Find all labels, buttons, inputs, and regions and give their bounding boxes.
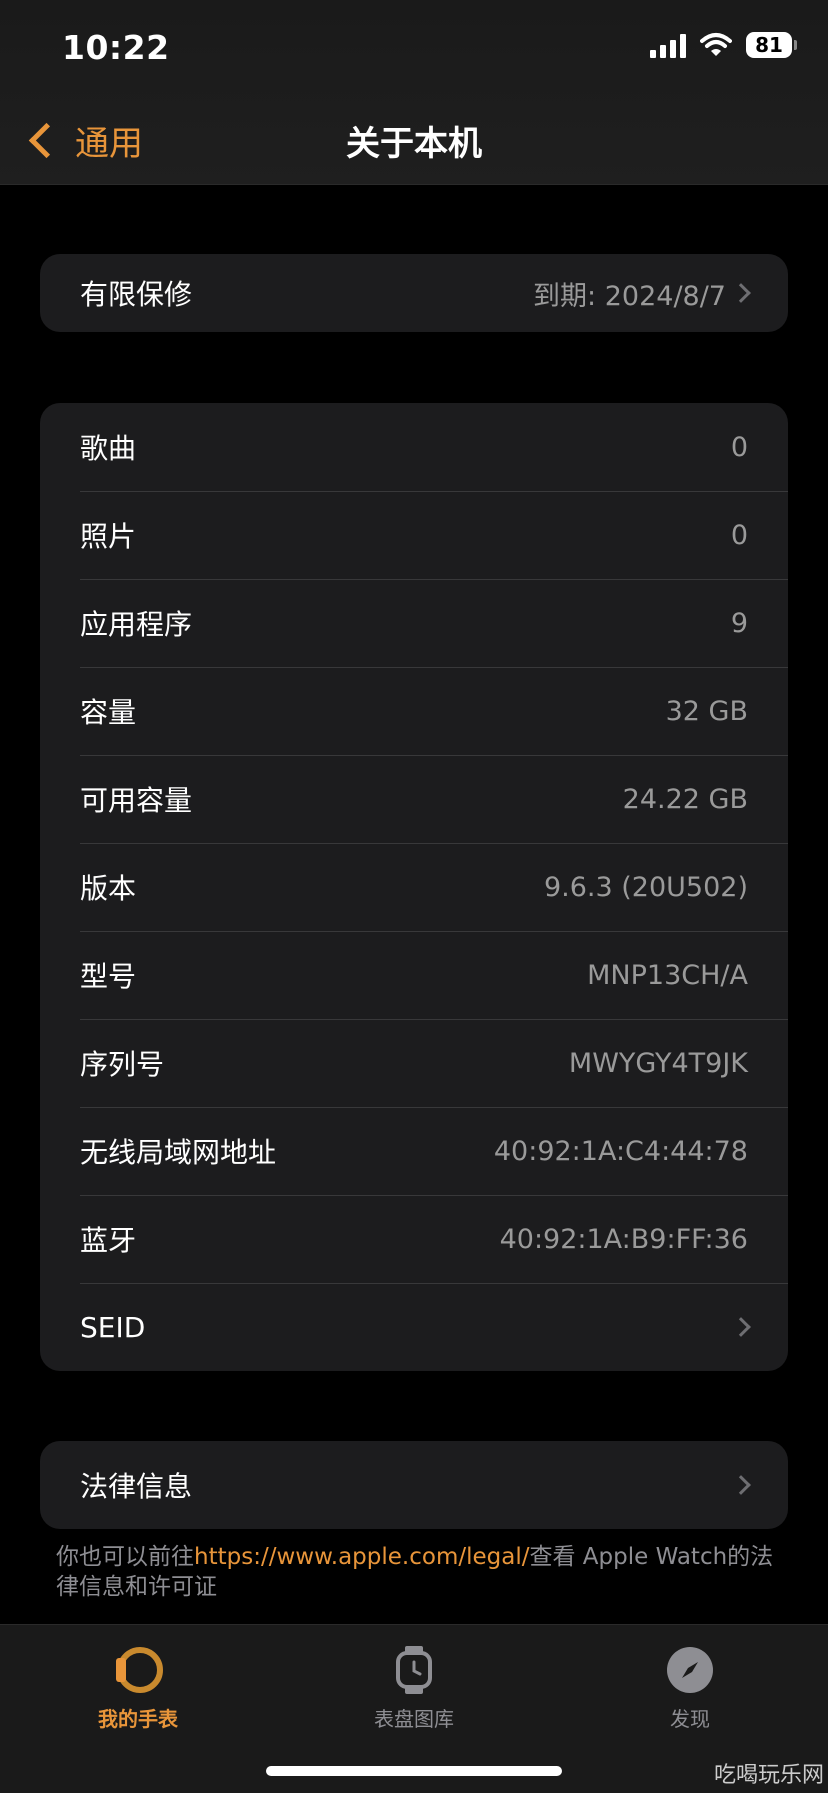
cellular-signal-icon [650,32,686,58]
info-label: 版本 [80,872,137,905]
footnote-prefix: 你也可以前往 [56,1544,194,1570]
legal-link[interactable]: https://www.apple.com/legal/ [194,1544,529,1570]
device-info-group: 歌曲 0 照片 0 应用程序 9 容量 32 GB 可用容量 24.22 GB … [40,403,788,1371]
info-label: 可用容量 [80,784,193,817]
tab-label: 我的手表 [98,1707,178,1731]
legal-value [726,1475,751,1495]
info-row-available: 可用容量 24.22 GB [40,755,788,843]
warranty-label: 有限保修 [80,278,193,311]
info-value: 9 [730,607,748,639]
info-row-apps: 应用程序 9 [40,579,788,667]
info-row-model: 型号 MNP13CH/A [40,931,788,1019]
tab-label: 发现 [670,1707,710,1731]
info-label: 序列号 [80,1048,165,1081]
legal-label: 法律信息 [80,1470,193,1503]
tab-discover[interactable]: 发现 [590,1625,790,1732]
info-label: 无线局域网地址 [80,1136,277,1169]
tab-my-watch[interactable]: 我的手表 [38,1625,238,1732]
info-row-serial: 序列号 MWYGY4T9JK [40,1019,788,1107]
wifi-icon [700,33,732,56]
legal-group: 法律信息 [40,1441,788,1529]
info-value: 40:92:1A:B9:FF:36 [499,1223,748,1255]
info-value: 32 GB [665,695,748,727]
status-time: 10:22 [62,28,170,67]
warranty-expiry: 到期: 2024/8/7 [533,280,726,312]
info-value: 24.22 GB [622,783,748,815]
info-label: 歌曲 [80,432,137,465]
navigation-header: 10:22 81 通用 关于本机 [0,0,828,185]
chevron-right-icon [731,1317,751,1337]
info-value: 9.6.3 (20U502) [543,871,748,903]
legal-row[interactable]: 法律信息 [40,1441,788,1529]
info-row-version: 版本 9.6.3 (20U502) [40,843,788,931]
warranty-row[interactable]: 有限保修 到期: 2024/8/7 [40,254,788,332]
info-row-wifi-address: 无线局域网地址 40:92:1A:C4:44:78 [40,1107,788,1195]
info-label: 应用程序 [80,608,193,641]
info-label: 型号 [80,960,137,993]
info-value: MNP13CH/A [587,959,748,991]
home-indicator[interactable] [266,1766,562,1776]
page-title: 关于本机 [346,124,482,164]
tab-label: 表盘图库 [374,1707,454,1731]
chevron-right-icon [731,283,751,303]
info-row-seid[interactable]: SEID [40,1283,788,1371]
info-row-songs: 歌曲 0 [40,403,788,491]
info-value: 0 [730,431,748,463]
watch-icon [314,1643,514,1697]
tab-face-gallery[interactable]: 表盘图库 [314,1625,514,1732]
info-value: MWYGY4T9JK [568,1047,748,1079]
info-value: 0 [730,519,748,551]
info-row-capacity: 容量 32 GB [40,667,788,755]
info-row-photos: 照片 0 [40,491,788,579]
chevron-right-icon [731,1475,751,1495]
info-value [726,1317,751,1337]
warranty-group: 有限保修 到期: 2024/8/7 [40,254,788,332]
watch-face-icon [38,1643,238,1697]
info-label: SEID [80,1310,146,1344]
info-row-bluetooth: 蓝牙 40:92:1A:B9:FF:36 [40,1195,788,1283]
battery-icon: 81 [746,32,797,58]
warranty-value: 到期: 2024/8/7 [533,274,751,313]
info-label: 容量 [80,696,137,729]
legal-footnote: 你也可以前往https://www.apple.com/legal/查看 App… [56,1542,776,1602]
compass-icon [590,1643,790,1697]
info-label: 蓝牙 [80,1224,137,1257]
status-icons: 81 [650,32,797,58]
info-label: 照片 [80,520,137,553]
info-value: 40:92:1A:C4:44:78 [493,1135,748,1167]
watermark: 吃喝玩乐网 [713,1763,824,1788]
